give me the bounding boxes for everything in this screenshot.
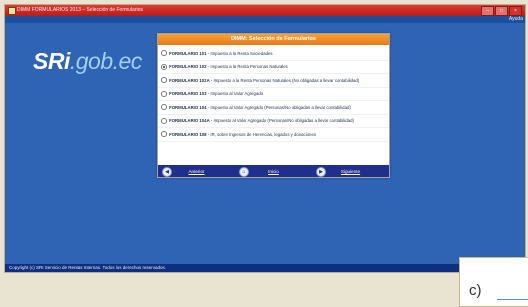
answer-box: c): [459, 257, 528, 307]
dialog-footer: ◀ Anterior ⌂ Inicio ▶ Siguiente: [158, 165, 389, 177]
form-label: FORMULARIO 104: [169, 104, 207, 110]
title-bar[interactable]: DIMM FORMULARIOS 2013 – Selección de For…: [5, 5, 525, 16]
form-option[interactable]: FORMULARIO 104A - Impuesto al Valor Agre…: [158, 115, 389, 128]
radio-icon[interactable]: [161, 117, 167, 124]
back-button[interactable]: ◀ Anterior: [158, 165, 235, 177]
home-icon: ⌂: [239, 167, 249, 177]
arrow-left-icon: ◀: [162, 167, 172, 177]
form-label: FORMULARIO 102: [169, 64, 207, 70]
form-option[interactable]: FORMULARIO 104 - Impuesto al Valor Agreg…: [158, 101, 389, 115]
next-label: Siguiente: [340, 168, 361, 174]
form-option[interactable]: FORMULARIO 102 - Impuesto a la Renta Per…: [158, 61, 389, 74]
form-option[interactable]: FORMULARIO 101 - Impuesto a la Renta Soc…: [158, 47, 389, 61]
radio-icon[interactable]: [161, 131, 167, 138]
radio-icon[interactable]: [161, 77, 167, 84]
form-desc: - Impuesto al Valor Agregado (Personas/N…: [207, 104, 351, 110]
close-button[interactable]: ×: [509, 6, 522, 16]
form-desc: - Impuesto al Valor Agregado: [207, 91, 264, 97]
home-label: Inicio: [268, 168, 279, 174]
form-label: FORMULARIO 104A: [169, 118, 210, 124]
form-desc: - Impuesto a la Renta Personas Naturales…: [210, 77, 360, 83]
radio-icon[interactable]: [161, 50, 167, 57]
corner-label: c): [469, 282, 482, 299]
menu-bar: Ayuda: [5, 16, 525, 23]
radio-selected-icon[interactable]: [161, 63, 167, 70]
logo-text-secondary: .gob.ec: [69, 48, 142, 74]
form-desc: - Impuesto a la Renta Personas Naturales: [207, 64, 288, 70]
radio-icon[interactable]: [161, 90, 167, 97]
help-menu[interactable]: Ayuda: [509, 16, 523, 23]
form-selection-dialog: DIMM: Selección de Formularios FORMULARI…: [157, 33, 390, 178]
form-label: FORMULARIO 103: [169, 91, 207, 97]
form-label: FORMULARIO 101: [169, 50, 207, 56]
form-desc: - Impuesto a la Renta Sociedades: [207, 50, 273, 56]
form-option[interactable]: FORMULARIO 102A - Impuesto a la Renta Pe…: [158, 74, 389, 88]
back-label: Anterior: [188, 168, 205, 174]
answer-line: [497, 299, 528, 300]
maximize-button[interactable]: □: [495, 6, 508, 16]
logo-text-primary: SRi: [33, 48, 70, 74]
form-option[interactable]: FORMULARIO 108 - IR, sobre Ingresos de H…: [158, 128, 389, 142]
status-bar: Copyright (c) SRI Servicio de Rentas Int…: [5, 264, 525, 272]
window-controls: – □ ×: [481, 6, 522, 16]
form-list: FORMULARIO 101 - Impuesto a la Renta Soc…: [158, 47, 389, 142]
minimize-button[interactable]: –: [481, 6, 494, 16]
form-option[interactable]: FORMULARIO 103 - Impuesto al Valor Agreg…: [158, 88, 389, 101]
form-desc: - IR, sobre Ingresos de Herencias, legad…: [207, 131, 316, 137]
copyright-text: Copyright (c) SRI Servicio de Rentas Int…: [9, 265, 166, 270]
app-window: DIMM FORMULARIOS 2013 – Selección de For…: [4, 4, 526, 273]
home-button[interactable]: ⌂ Inicio: [235, 165, 312, 177]
app-icon: [8, 7, 16, 15]
next-button[interactable]: ▶ Siguiente: [312, 165, 389, 177]
sri-logo: SRi.gob.ec: [33, 48, 142, 74]
form-label: FORMULARIO 108: [169, 131, 207, 137]
radio-icon[interactable]: [161, 104, 167, 111]
arrow-right-icon: ▶: [316, 167, 326, 177]
window-title: DIMM FORMULARIOS 2013 – Selección de For…: [17, 7, 143, 13]
dialog-title: DIMM: Selección de Formularios: [158, 34, 389, 45]
form-desc: - Impuesto al Valor Agregado (Personas/N…: [210, 118, 354, 124]
form-label: FORMULARIO 102A: [169, 77, 210, 83]
